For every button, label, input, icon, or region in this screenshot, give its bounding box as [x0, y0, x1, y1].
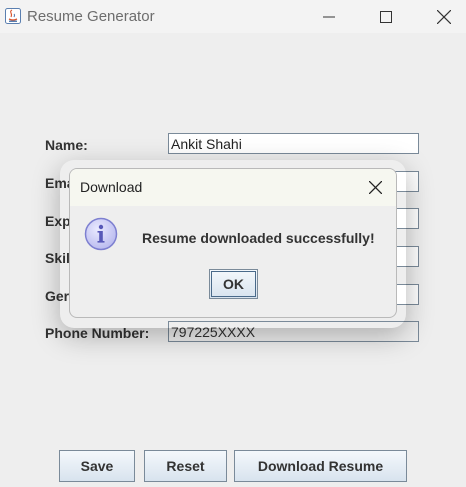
name-label: Name:	[45, 137, 88, 153]
window-title: Resume Generator	[27, 8, 155, 25]
dialog-close-button[interactable]	[354, 169, 396, 206]
dialog-message: Resume downloaded successfully!	[142, 230, 375, 246]
maximize-button[interactable]	[364, 0, 408, 33]
close-window-button[interactable]	[422, 0, 466, 33]
ok-button[interactable]: OK	[209, 269, 258, 299]
minimize-button[interactable]	[307, 0, 351, 33]
save-button[interactable]: Save	[59, 450, 135, 482]
reset-button[interactable]: Reset	[144, 450, 227, 482]
dialog-title: Download	[80, 179, 143, 195]
close-icon	[368, 181, 382, 194]
download-resume-button[interactable]: Download Resume	[234, 450, 407, 482]
download-dialog: Download Resume downloaded successfully!…	[69, 168, 397, 318]
dialog-title-bar: Download	[70, 169, 396, 206]
close-icon	[437, 9, 451, 24]
name-field[interactable]: Ankit Shahi	[168, 133, 419, 154]
resume-generator-window: Resume Generator Name: Ankit Shahi Ema E…	[0, 0, 466, 487]
title-bar: Resume Generator	[0, 0, 466, 33]
maximize-icon	[380, 10, 392, 23]
java-app-icon	[5, 8, 21, 24]
minimize-icon	[323, 16, 335, 17]
info-icon	[84, 217, 118, 251]
